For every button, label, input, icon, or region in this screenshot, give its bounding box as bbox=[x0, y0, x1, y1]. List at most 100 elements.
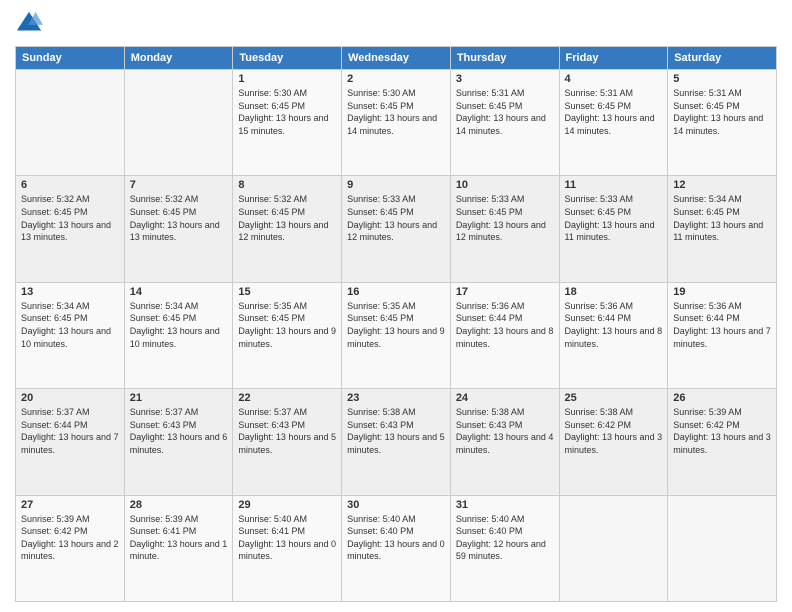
day-number: 4 bbox=[565, 73, 663, 85]
day-info: Sunrise: 5:38 AM Sunset: 6:43 PM Dayligh… bbox=[456, 406, 554, 456]
calendar-cell bbox=[559, 495, 668, 601]
day-number: 21 bbox=[130, 392, 228, 404]
day-number: 28 bbox=[130, 499, 228, 511]
logo-icon bbox=[15, 10, 43, 38]
calendar-cell: 10 Sunrise: 5:33 AM Sunset: 6:45 PM Dayli… bbox=[450, 176, 559, 282]
day-number: 13 bbox=[21, 286, 119, 298]
day-number: 22 bbox=[238, 392, 336, 404]
day-info: Sunrise: 5:36 AM Sunset: 6:44 PM Dayligh… bbox=[565, 300, 663, 350]
calendar-week-3: 13 Sunrise: 5:34 AM Sunset: 6:45 PM Dayli… bbox=[16, 282, 777, 388]
calendar-header-row: SundayMondayTuesdayWednesdayThursdayFrid… bbox=[16, 47, 777, 70]
day-info: Sunrise: 5:34 AM Sunset: 6:45 PM Dayligh… bbox=[21, 300, 119, 350]
day-info: Sunrise: 5:34 AM Sunset: 6:45 PM Dayligh… bbox=[673, 193, 771, 243]
day-info: Sunrise: 5:31 AM Sunset: 6:45 PM Dayligh… bbox=[565, 87, 663, 137]
calendar-cell: 16 Sunrise: 5:35 AM Sunset: 6:45 PM Dayli… bbox=[342, 282, 451, 388]
day-number: 31 bbox=[456, 499, 554, 511]
calendar-cell: 7 Sunrise: 5:32 AM Sunset: 6:45 PM Daylig… bbox=[124, 176, 233, 282]
day-info: Sunrise: 5:32 AM Sunset: 6:45 PM Dayligh… bbox=[238, 193, 336, 243]
calendar-cell: 12 Sunrise: 5:34 AM Sunset: 6:45 PM Dayli… bbox=[668, 176, 777, 282]
calendar-cell: 30Sunrise: 5:40 AM Sunset: 6:40 PM Dayli… bbox=[342, 495, 451, 601]
calendar-cell: 26Sunrise: 5:39 AM Sunset: 6:42 PM Dayli… bbox=[668, 389, 777, 495]
calendar-cell bbox=[16, 70, 125, 176]
calendar-cell: 18 Sunrise: 5:36 AM Sunset: 6:44 PM Dayli… bbox=[559, 282, 668, 388]
calendar-cell: 13 Sunrise: 5:34 AM Sunset: 6:45 PM Dayli… bbox=[16, 282, 125, 388]
day-info: Sunrise: 5:33 AM Sunset: 6:45 PM Dayligh… bbox=[347, 193, 445, 243]
day-number: 19 bbox=[673, 286, 771, 298]
calendar-cell: 3 Sunrise: 5:31 AM Sunset: 6:45 PM Daylig… bbox=[450, 70, 559, 176]
calendar-cell: 21 Sunrise: 5:37 AM Sunset: 6:43 PM Dayli… bbox=[124, 389, 233, 495]
calendar: SundayMondayTuesdayWednesdayThursdayFrid… bbox=[15, 46, 777, 602]
calendar-week-2: 6 Sunrise: 5:32 AM Sunset: 6:45 PM Daylig… bbox=[16, 176, 777, 282]
day-number: 12 bbox=[673, 179, 771, 191]
day-info: Sunrise: 5:30 AM Sunset: 6:45 PM Dayligh… bbox=[238, 87, 336, 137]
day-number: 10 bbox=[456, 179, 554, 191]
calendar-cell: 19Sunrise: 5:36 AM Sunset: 6:44 PM Dayli… bbox=[668, 282, 777, 388]
day-info: Sunrise: 5:35 AM Sunset: 6:45 PM Dayligh… bbox=[347, 300, 445, 350]
calendar-cell: 8 Sunrise: 5:32 AM Sunset: 6:45 PM Daylig… bbox=[233, 176, 342, 282]
day-info: Sunrise: 5:40 AM Sunset: 6:40 PM Dayligh… bbox=[347, 513, 445, 563]
calendar-header-monday: Monday bbox=[124, 47, 233, 70]
day-number: 20 bbox=[21, 392, 119, 404]
calendar-cell: 4 Sunrise: 5:31 AM Sunset: 6:45 PM Daylig… bbox=[559, 70, 668, 176]
day-info: Sunrise: 5:40 AM Sunset: 6:40 PM Dayligh… bbox=[456, 513, 554, 563]
day-number: 17 bbox=[456, 286, 554, 298]
calendar-cell: 31 Sunrise: 5:40 AM Sunset: 6:40 PM Dayli… bbox=[450, 495, 559, 601]
day-number: 2 bbox=[347, 73, 445, 85]
calendar-cell: 23Sunrise: 5:38 AM Sunset: 6:43 PM Dayli… bbox=[342, 389, 451, 495]
day-info: Sunrise: 5:32 AM Sunset: 6:45 PM Dayligh… bbox=[130, 193, 228, 243]
calendar-cell: 28 Sunrise: 5:39 AM Sunset: 6:41 PM Dayli… bbox=[124, 495, 233, 601]
day-info: Sunrise: 5:31 AM Sunset: 6:45 PM Dayligh… bbox=[456, 87, 554, 137]
day-info: Sunrise: 5:33 AM Sunset: 6:45 PM Dayligh… bbox=[565, 193, 663, 243]
day-info: Sunrise: 5:31 AM Sunset: 6:45 PM Dayligh… bbox=[673, 87, 771, 137]
day-number: 11 bbox=[565, 179, 663, 191]
day-number: 9 bbox=[347, 179, 445, 191]
day-number: 6 bbox=[21, 179, 119, 191]
day-number: 7 bbox=[130, 179, 228, 191]
calendar-week-1: 1 Sunrise: 5:30 AM Sunset: 6:45 PM Daylig… bbox=[16, 70, 777, 176]
day-number: 16 bbox=[347, 286, 445, 298]
day-info: Sunrise: 5:37 AM Sunset: 6:44 PM Dayligh… bbox=[21, 406, 119, 456]
calendar-cell: 15Sunrise: 5:35 AM Sunset: 6:45 PM Dayli… bbox=[233, 282, 342, 388]
calendar-cell: 25 Sunrise: 5:38 AM Sunset: 6:42 PM Dayli… bbox=[559, 389, 668, 495]
calendar-header-thursday: Thursday bbox=[450, 47, 559, 70]
calendar-cell: 9 Sunrise: 5:33 AM Sunset: 6:45 PM Daylig… bbox=[342, 176, 451, 282]
day-number: 29 bbox=[238, 499, 336, 511]
day-info: Sunrise: 5:38 AM Sunset: 6:42 PM Dayligh… bbox=[565, 406, 663, 456]
day-info: Sunrise: 5:34 AM Sunset: 6:45 PM Dayligh… bbox=[130, 300, 228, 350]
day-number: 1 bbox=[238, 73, 336, 85]
calendar-cell: 5 Sunrise: 5:31 AM Sunset: 6:45 PM Daylig… bbox=[668, 70, 777, 176]
calendar-cell bbox=[668, 495, 777, 601]
calendar-cell: 22 Sunrise: 5:37 AM Sunset: 6:43 PM Dayli… bbox=[233, 389, 342, 495]
calendar-cell: 2 Sunrise: 5:30 AM Sunset: 6:45 PM Daylig… bbox=[342, 70, 451, 176]
day-info: Sunrise: 5:35 AM Sunset: 6:45 PM Dayligh… bbox=[238, 300, 336, 350]
day-info: Sunrise: 5:37 AM Sunset: 6:43 PM Dayligh… bbox=[130, 406, 228, 456]
day-info: Sunrise: 5:33 AM Sunset: 6:45 PM Dayligh… bbox=[456, 193, 554, 243]
day-info: Sunrise: 5:30 AM Sunset: 6:45 PM Dayligh… bbox=[347, 87, 445, 137]
calendar-header-wednesday: Wednesday bbox=[342, 47, 451, 70]
day-number: 3 bbox=[456, 73, 554, 85]
calendar-header-friday: Friday bbox=[559, 47, 668, 70]
calendar-cell: 1 Sunrise: 5:30 AM Sunset: 6:45 PM Daylig… bbox=[233, 70, 342, 176]
calendar-header-saturday: Saturday bbox=[668, 47, 777, 70]
day-info: Sunrise: 5:39 AM Sunset: 6:42 PM Dayligh… bbox=[21, 513, 119, 563]
day-number: 25 bbox=[565, 392, 663, 404]
day-info: Sunrise: 5:38 AM Sunset: 6:43 PM Dayligh… bbox=[347, 406, 445, 456]
day-number: 8 bbox=[238, 179, 336, 191]
calendar-cell: 6 Sunrise: 5:32 AM Sunset: 6:45 PM Daylig… bbox=[16, 176, 125, 282]
day-number: 18 bbox=[565, 286, 663, 298]
day-info: Sunrise: 5:39 AM Sunset: 6:42 PM Dayligh… bbox=[673, 406, 771, 456]
calendar-week-5: 27 Sunrise: 5:39 AM Sunset: 6:42 PM Dayli… bbox=[16, 495, 777, 601]
calendar-cell: 14 Sunrise: 5:34 AM Sunset: 6:45 PM Dayli… bbox=[124, 282, 233, 388]
day-info: Sunrise: 5:37 AM Sunset: 6:43 PM Dayligh… bbox=[238, 406, 336, 456]
day-number: 5 bbox=[673, 73, 771, 85]
day-number: 24 bbox=[456, 392, 554, 404]
calendar-cell: 20 Sunrise: 5:37 AM Sunset: 6:44 PM Dayli… bbox=[16, 389, 125, 495]
day-info: Sunrise: 5:39 AM Sunset: 6:41 PM Dayligh… bbox=[130, 513, 228, 563]
day-info: Sunrise: 5:40 AM Sunset: 6:41 PM Dayligh… bbox=[238, 513, 336, 563]
calendar-cell: 29 Sunrise: 5:40 AM Sunset: 6:41 PM Dayli… bbox=[233, 495, 342, 601]
day-info: Sunrise: 5:32 AM Sunset: 6:45 PM Dayligh… bbox=[21, 193, 119, 243]
calendar-cell: 11 Sunrise: 5:33 AM Sunset: 6:45 PM Dayli… bbox=[559, 176, 668, 282]
day-number: 27 bbox=[21, 499, 119, 511]
day-number: 14 bbox=[130, 286, 228, 298]
calendar-header-tuesday: Tuesday bbox=[233, 47, 342, 70]
